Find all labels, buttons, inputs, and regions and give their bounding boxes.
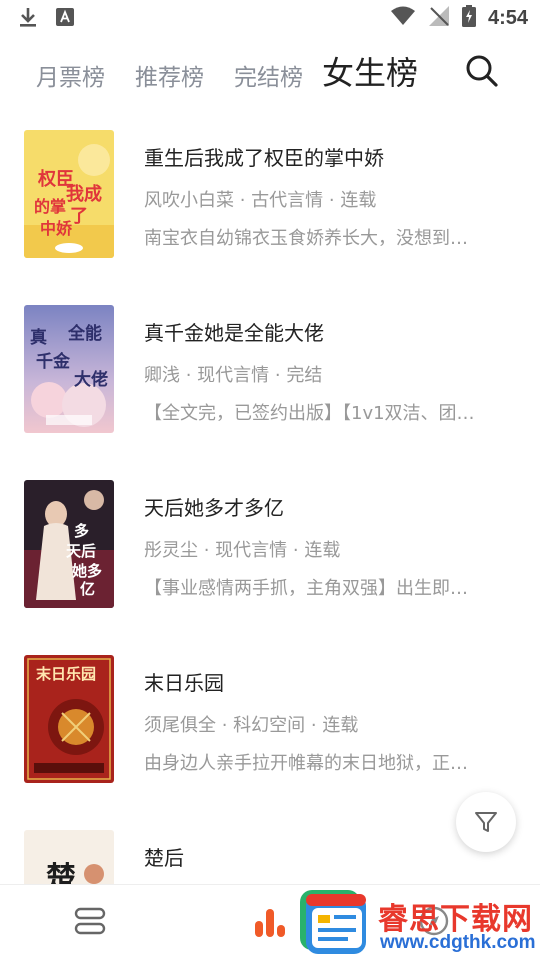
svg-text:的掌: 的掌 xyxy=(34,197,66,216)
tab-completed[interactable]: 完结榜 xyxy=(234,58,303,92)
book-title: 重生后我成了权臣的掌中娇 xyxy=(144,146,384,170)
nav-rankings[interactable] xyxy=(254,903,286,943)
filter-button[interactable] xyxy=(456,792,516,852)
svg-text:末日乐园: 末日乐园 xyxy=(36,665,96,683)
book-meta: 彤灵尘 · 现代言情 · 连载 xyxy=(144,540,341,561)
svg-text:千金: 千金 xyxy=(36,351,71,372)
list-item[interactable]: 末日乐园 末日乐园 须尾俱全 · 科幻空间 · 连载 由身边人亲手拉开帷幕的末日… xyxy=(0,645,540,795)
nav-bookshelf[interactable] xyxy=(72,903,108,943)
wifi-icon xyxy=(390,6,416,30)
book-cover: 末日乐园 xyxy=(24,655,114,783)
app-notification-icon xyxy=(56,8,74,30)
book-meta: 卿浅 · 现代言情 · 完结 xyxy=(144,365,323,386)
list-item[interactable]: 多 天后 她多 亿 天后她多才多亿 彤灵尘 · 现代言情 · 连载 【事业感情两… xyxy=(0,470,540,620)
book-description: 南宝衣自幼锦衣玉食娇养长大，没想到… xyxy=(144,228,468,249)
svg-text:亿: 亿 xyxy=(80,580,95,598)
book-cover: 多 天后 她多 亿 xyxy=(24,480,114,608)
clock-time: 4:54 xyxy=(487,6,528,29)
svg-text:天后: 天后 xyxy=(66,542,96,560)
svg-text:了: 了 xyxy=(70,206,88,227)
search-button[interactable] xyxy=(464,53,500,89)
svg-text:大佬: 大佬 xyxy=(74,369,108,390)
svg-text:她多: 她多 xyxy=(72,562,102,580)
tab-female[interactable]: 女生榜 xyxy=(322,48,418,94)
book-description: 【事业感情两手抓，主角双强】出生即… xyxy=(144,578,468,599)
battery-charging-icon xyxy=(461,5,476,31)
ranking-tabs: 月票榜 推荐榜 完结榜 女生榜 xyxy=(0,44,540,104)
watermark-url: www.cdgthk.com xyxy=(380,932,536,953)
book-meta: 风吹小白菜 · 古代言情 · 连载 xyxy=(144,190,377,211)
bookshelf-icon xyxy=(74,907,106,935)
svg-text:中娇: 中娇 xyxy=(40,219,73,238)
tab-recommended[interactable]: 推荐榜 xyxy=(135,58,204,92)
list-item[interactable]: 真 全能 千金 大佬 真千金她是全能大佬 卿浅 · 现代言情 · 完结 【全文完… xyxy=(0,295,540,445)
no-signal-icon xyxy=(428,5,450,31)
rankings-icon xyxy=(255,909,285,937)
list-item[interactable]: 权臣 我成 的掌 了 中娇 重生后我成了权臣的掌中娇 风吹小白菜 · 古代言情 … xyxy=(0,120,540,270)
watermark-logo xyxy=(298,888,370,960)
tab-monthly-ticket[interactable]: 月票榜 xyxy=(36,58,105,92)
download-icon xyxy=(18,6,38,32)
book-title: 末日乐园 xyxy=(144,671,224,695)
book-cover: 真 全能 千金 大佬 xyxy=(24,305,114,433)
status-bar: 4:54 xyxy=(0,0,540,36)
book-description: 由身边人亲手拉开帷幕的末日地狱，正… xyxy=(144,753,468,774)
svg-text:真: 真 xyxy=(30,327,47,348)
book-description: 【全文完，已签约出版】【1v1双洁、团… xyxy=(144,403,475,424)
book-title: 楚后 xyxy=(144,846,184,870)
svg-text:我成: 我成 xyxy=(66,183,102,205)
search-icon xyxy=(466,55,498,87)
filter-icon xyxy=(475,812,497,832)
book-cover: 权臣 我成 的掌 了 中娇 xyxy=(24,130,114,258)
svg-text:全能: 全能 xyxy=(67,323,102,344)
svg-text:多: 多 xyxy=(74,522,89,540)
book-meta: 须尾俱全 · 科幻空间 · 连载 xyxy=(144,715,359,736)
book-title: 天后她多才多亿 xyxy=(144,496,284,520)
book-title: 真千金她是全能大佬 xyxy=(144,321,324,345)
